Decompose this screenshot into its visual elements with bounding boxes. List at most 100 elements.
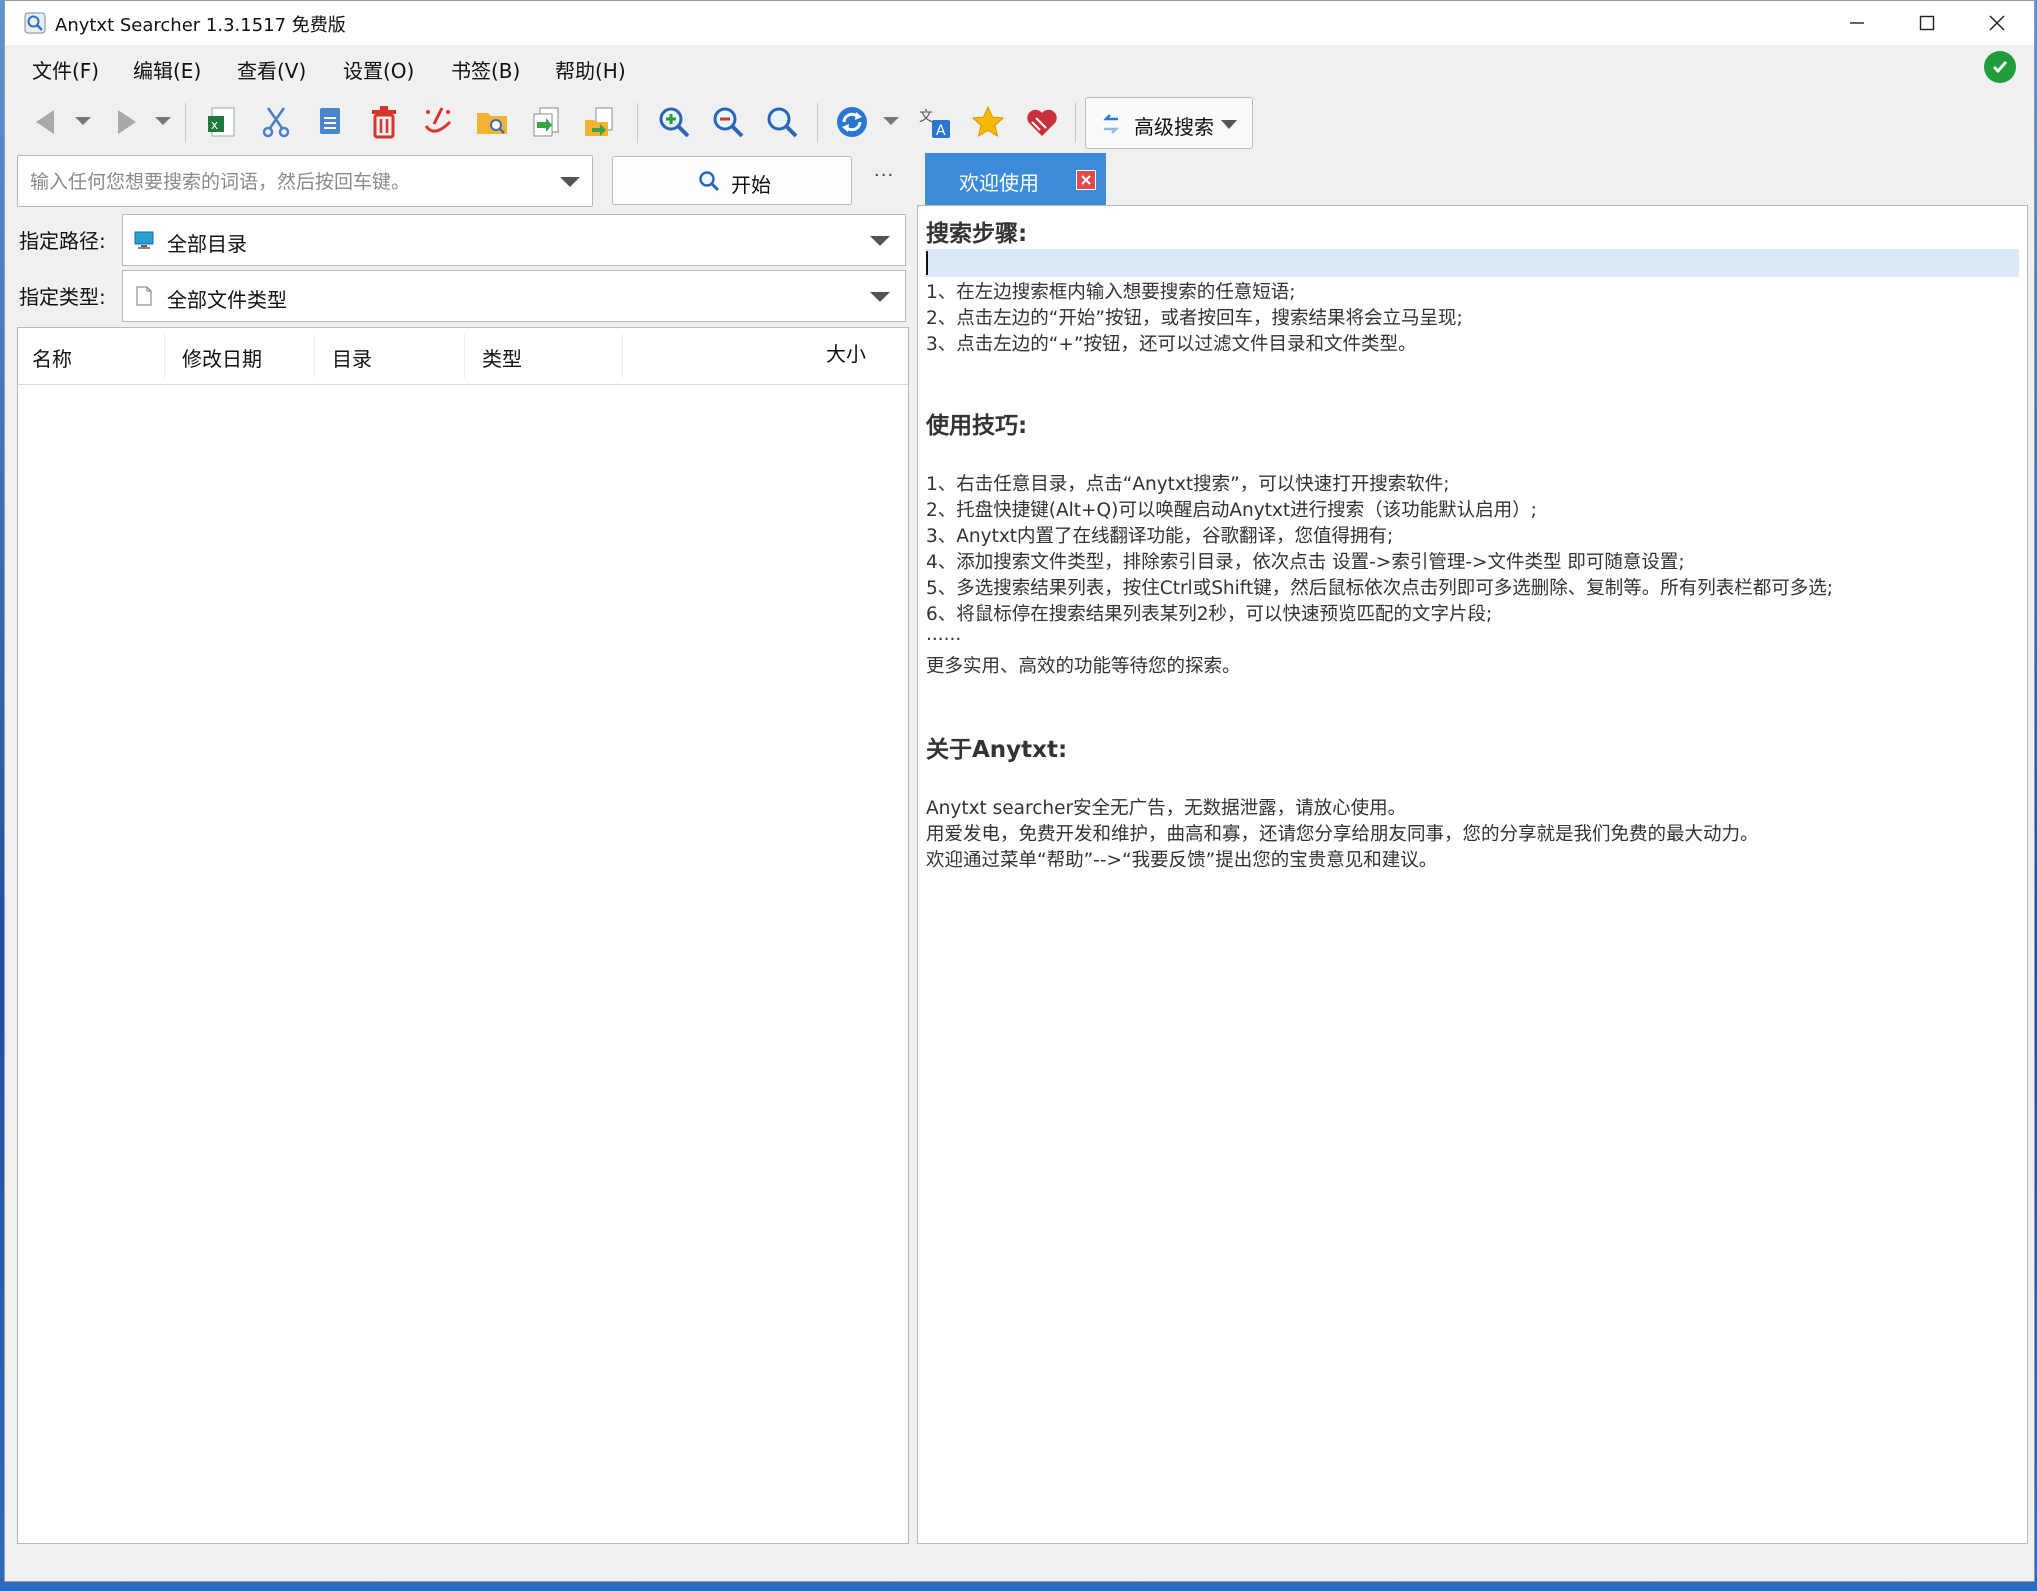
translate-icon: 文A [919,109,950,139]
delete-button[interactable] [363,101,405,143]
svg-text:A: A [936,123,946,139]
tab-close-button[interactable] [1076,170,1096,190]
zoom-in-button[interactable] [653,101,695,143]
search-input[interactable] [28,166,532,198]
maximize-button[interactable] [1893,1,1961,45]
step-line: 3、点击左边的“+”按钮，还可以过滤文件目录和文件类型。 [926,334,1417,355]
chevron-down-icon [1221,120,1237,129]
column-divider[interactable] [314,334,315,378]
welcome-document[interactable]: 搜索步骤: 1、在左边搜索框内输入想要搜索的任意短语; 2、点击左边的“开始”按… [917,205,2028,1544]
advanced-search-label: 高级搜索 [1134,115,1214,139]
back-dropdown-icon[interactable] [73,111,93,131]
menu-bar: 文件(F) 编辑(E) 查看(V) 设置(O) 书签(B) 帮助(H) [5,47,2034,91]
menu-file[interactable]: 文件(F) [32,55,99,84]
search-icon [699,171,720,192]
tip-line: ...... [926,624,962,645]
status-bar [5,1549,2034,1581]
title-bar[interactable]: Anytxt Searcher 1.3.1517 免费版 [5,1,2034,45]
copy-to-icon [533,107,559,137]
forward-icon [118,110,136,134]
menu-bookmarks[interactable]: 书签(B) [451,55,520,84]
delete-icon [372,106,396,139]
donate-heart-icon [1027,109,1057,136]
column-divider[interactable] [164,334,165,378]
maximize-icon [1919,15,1935,31]
minimize-button[interactable] [1823,1,1891,45]
tab-welcome[interactable]: 欢迎使用 [925,153,1106,205]
copy-button[interactable] [309,101,351,143]
tip-line: 5、多选搜索结果列表，按住Ctrl或Shift键，然后鼠标依次点击列即可多选删除… [926,578,1833,599]
clean-button[interactable] [417,101,459,143]
search-combobox[interactable] [17,155,593,207]
tip-line: 2、托盘快捷键(Alt+Q)可以唤醒启动Anytxt进行搜索（该功能默认启用）; [926,500,1537,521]
zoom-out-icon [713,107,744,138]
cut-button[interactable] [255,101,297,143]
tip-line: 3、Anytxt内置了在线翻译功能，谷歌翻译，您值得拥有; [926,526,1394,547]
back-button[interactable] [25,101,67,143]
path-select[interactable]: 全部目录 [122,214,906,266]
refresh-dropdown-icon[interactable] [881,111,901,131]
zoom-out-button[interactable] [707,101,749,143]
open-folder-button[interactable] [471,101,513,143]
about-line: 用爱发电，免费开发和维护，曲高和寡，还请您分享给朋友同事，您的分享就是我们免费的… [926,824,1759,845]
copy-icon [320,108,340,134]
start-label: 开始 [731,173,771,197]
zoom-in-icon [659,107,690,138]
window-title: Anytxt Searcher 1.3.1517 免费版 [55,15,346,36]
type-select[interactable]: 全部文件类型 [122,270,906,322]
donate-button[interactable] [1021,101,1063,143]
clean-icon [424,107,452,133]
type-value: 全部文件类型 [167,288,287,312]
forward-button[interactable] [105,101,147,143]
refresh-icon [837,107,867,137]
menu-settings[interactable]: 设置(O) [343,55,414,84]
tip-line: 4、添加搜索文件类型，排除索引目录，依次点击 设置->索引管理->文件类型 即可… [926,552,1685,573]
zoom-reset-button[interactable] [761,101,803,143]
menu-view[interactable]: 查看(V) [237,55,306,84]
chevron-down-icon[interactable] [559,175,581,189]
toolbar-separator [1075,103,1076,143]
more-options-button[interactable]: ··· [874,165,894,186]
toolbar: x 文 A [5,93,2034,151]
column-name[interactable]: 名称 [32,343,72,372]
type-label: 指定类型: [19,285,106,309]
tip-line: 更多实用、高效的功能等待您的探索。 [926,656,1241,677]
bookmark-button[interactable] [967,101,1009,143]
copy-to-button[interactable] [525,101,567,143]
column-modified[interactable]: 修改日期 [182,343,262,372]
tips-heading: 使用技巧: [926,413,1028,439]
open-folder-icon [477,113,507,134]
chevron-down-icon[interactable] [869,234,891,248]
forward-dropdown-icon[interactable] [153,111,173,131]
move-to-icon [585,107,613,136]
chevron-down-icon[interactable] [869,290,891,304]
close-button[interactable] [1963,1,2031,45]
bookmark-star-icon [971,105,1005,138]
advanced-search-button[interactable]: 高级搜索 [1085,97,1253,149]
results-list[interactable]: 名称 修改日期 目录 类型 大小 [17,327,909,1544]
tip-line: 6、将鼠标停在搜索结果列表某列2秒，可以快速预览匹配的文字片段; [926,604,1493,625]
start-search-button[interactable]: 开始 [612,156,852,205]
step-line: 2、点击左边的“开始”按钮，或者按回车，搜索结果将会立马呈现; [926,308,1463,329]
menu-help[interactable]: 帮助(H) [555,55,626,84]
column-type[interactable]: 类型 [482,343,522,372]
move-to-button[interactable] [579,101,621,143]
toolbar-separator [185,103,186,143]
svg-text:文: 文 [919,109,933,125]
column-divider[interactable] [622,334,623,378]
column-divider[interactable] [464,334,465,378]
column-size[interactable]: 大小 [826,338,866,367]
status-ok-icon[interactable] [1984,51,2016,83]
refresh-button[interactable] [831,101,873,143]
step-line: 1、在左边搜索框内输入想要搜索的任意短语; [926,282,1296,303]
file-icon [136,286,152,306]
translate-button[interactable]: 文A [913,101,955,143]
export-excel-button[interactable]: x [201,101,243,143]
about-line: 欢迎通过菜单“帮助”-->“我要反馈”提出您的宝贵意见和建议。 [926,850,1438,871]
menu-edit[interactable]: 编辑(E) [133,55,201,84]
swap-arrows-icon [1103,114,1119,134]
path-label: 指定路径: [19,229,106,253]
column-directory[interactable]: 目录 [332,343,372,372]
close-icon [1081,175,1091,185]
app-logo-icon [24,12,46,34]
